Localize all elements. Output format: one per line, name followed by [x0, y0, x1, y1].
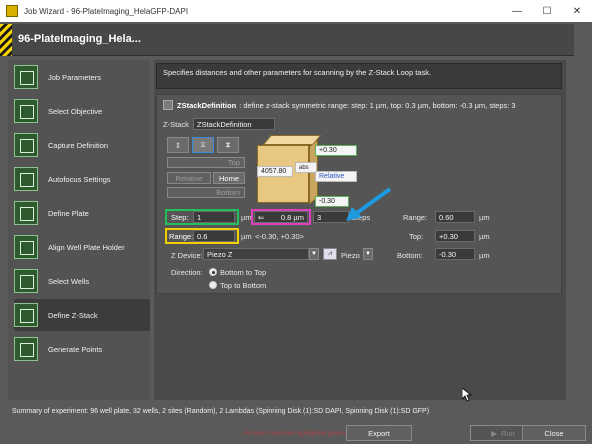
piezo-chevron-down-icon[interactable]: ▼ [363, 248, 373, 260]
zstack-label: Z-Stack [163, 120, 189, 129]
wizard-header: 96-PlateImaging_Hela... [0, 24, 574, 56]
brand-stripe [0, 24, 12, 56]
cube-relative-label: Relative [315, 171, 357, 182]
job-title: 96-PlateImaging_Hela... [18, 33, 141, 45]
zstack-name-field[interactable]: ZStackDefinition [193, 118, 275, 130]
camera-icon [14, 133, 38, 157]
zdevice-label: Z Device: [171, 251, 203, 260]
bottom-label: Bottom: [397, 251, 423, 260]
blue-annotation-arrow [346, 187, 392, 221]
direction-label: Direction: [171, 268, 203, 277]
play-icon: ▶ [491, 428, 497, 438]
top-to-bottom-radio[interactable] [209, 281, 217, 289]
top-to-bottom-label: Top to Bottom [220, 281, 267, 290]
step-generate-points[interactable]: Generate Points [14, 333, 150, 365]
objective-icon [14, 99, 38, 123]
step-job-parameters[interactable]: Job Parameters [14, 61, 150, 93]
bottom-to-top-label: Bottom to Top [220, 268, 267, 277]
minimize-button[interactable]: — [502, 0, 532, 22]
panel-title-bold: ZStackDefinition [177, 100, 237, 110]
step-description: Specifies distances and other parameters… [156, 63, 562, 89]
right-range-label: Range: [403, 213, 428, 222]
piezo-icon[interactable]: ⩘ [323, 248, 337, 260]
main-content: Specifies distances and other parameters… [154, 60, 566, 400]
experiment-summary: Summary of experiment: 96 well plate, 32… [12, 408, 430, 415]
z-stack-icon [14, 303, 38, 327]
run-label: Run [501, 428, 515, 438]
home-button[interactable]: Home [213, 172, 245, 184]
set-top-bottom-mode-icon[interactable]: ⇕ [167, 137, 189, 153]
title-bar: Job Wizard - 96-PlateImaging_HelaGFP-DAP… [0, 0, 592, 22]
step-label: Step: [171, 213, 189, 222]
range-input[interactable]: 0.6 [193, 230, 235, 242]
step-label: Job Parameters [48, 72, 101, 82]
plate-holder-icon [14, 235, 38, 259]
step-label: Define Plate [48, 208, 89, 218]
symmetric-range-mode-icon[interactable]: ⧖ [192, 137, 214, 153]
step-select-objective[interactable]: Select Objective [14, 95, 150, 127]
maximize-button[interactable]: ☐ [532, 0, 562, 22]
range-hint: <-0.30, +0.30> [255, 232, 304, 241]
top-unit: µm [479, 232, 490, 241]
bottom-button[interactable]: Bottom [167, 187, 245, 198]
step-align-well-plate-holder[interactable]: Align Well Plate Holder [14, 231, 150, 263]
zdevice-select[interactable]: Piezo Z [203, 248, 309, 260]
window-title: Job Wizard - 96-PlateImaging_HelaGFP-DAP… [24, 6, 189, 16]
close-button[interactable]: Close [522, 425, 586, 441]
mouse-cursor-icon [462, 388, 472, 402]
right-range-unit: µm [479, 213, 490, 222]
step-label: Autofocus Settings [48, 174, 111, 184]
validation-warning: All tasks must be highlighted green. [244, 430, 347, 437]
chevron-down-icon[interactable]: ▼ [309, 248, 319, 260]
step-label: Capture Definition [48, 140, 109, 150]
close-window-button[interactable]: ✕ [562, 0, 592, 22]
zstack-definition-icon [163, 100, 173, 110]
bottom-to-top-radio[interactable] [209, 268, 217, 276]
panel-title-rest: : define z-stack symmetric range: step: … [239, 100, 516, 110]
top-value-field[interactable]: +0.30 [435, 230, 475, 242]
bottom-value-field[interactable]: -0.30 [435, 248, 475, 260]
bottom-unit: µm [479, 251, 490, 260]
step-unit: µm [241, 213, 252, 222]
left-arrow-icon: ⇐ [258, 213, 265, 222]
step-label: Select Wells [48, 276, 90, 286]
step-label: Generate Points [48, 344, 103, 354]
right-range-field[interactable]: 0.60 [435, 211, 475, 223]
range-unit: µm [241, 232, 252, 241]
top-button[interactable]: Top [167, 157, 245, 168]
asymmetric-range-mode-icon[interactable]: ⧗ [217, 137, 239, 153]
job-parameters-icon [14, 65, 38, 89]
points-icon [14, 337, 38, 361]
autofocus-icon [14, 167, 38, 191]
cube-abs-label: abs [295, 162, 317, 173]
step-autofocus-settings[interactable]: Autofocus Settings [14, 163, 150, 195]
export-button[interactable]: Export [346, 425, 412, 441]
range-label: Range: [169, 232, 194, 241]
step-label: Define Z-Stack [48, 310, 98, 320]
wizard-steps-sidebar: Job Parameters Select Objective Capture … [8, 60, 150, 400]
step-capture-definition[interactable]: Capture Definition [14, 129, 150, 161]
app-icon [6, 5, 18, 17]
plate-grid-icon [14, 201, 38, 225]
spin-value: 0.8 µm [280, 213, 304, 222]
step-input[interactable]: 1 [193, 211, 235, 223]
step-spin-field[interactable]: ⇐ 0.8 µm [254, 211, 308, 223]
step-label: Select Objective [48, 106, 103, 116]
step-define-plate[interactable]: Define Plate [14, 197, 150, 229]
step-label: Align Well Plate Holder [48, 242, 125, 252]
relative-button[interactable]: Relative [167, 172, 211, 184]
step-select-wells[interactable]: Select Wells [14, 265, 150, 297]
piezo-label: Piezo [341, 251, 360, 260]
panel-title: ZStackDefinition : define z-stack symmet… [163, 100, 516, 110]
step-define-z-stack[interactable]: Define Z-Stack [14, 299, 150, 331]
wells-icon [14, 269, 38, 293]
top-label: Top: [409, 232, 424, 241]
cube-top-value: +0.30 [315, 145, 357, 156]
cube-center-value: 4057.80 [257, 166, 293, 177]
